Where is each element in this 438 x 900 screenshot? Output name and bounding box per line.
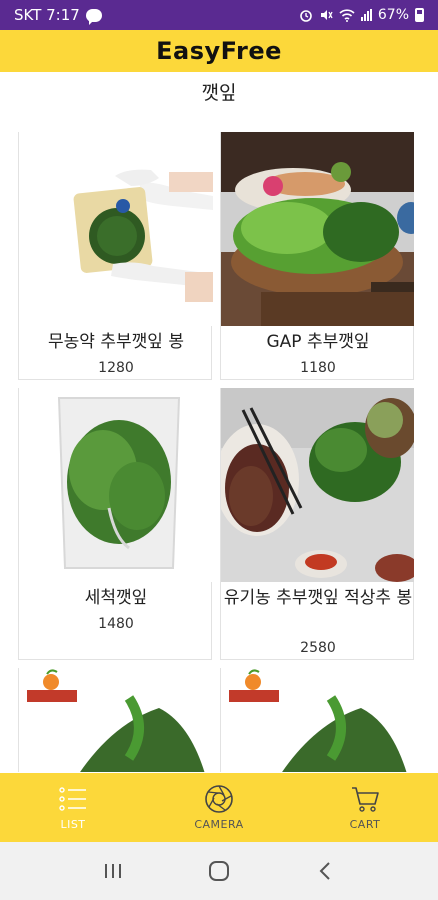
product-price: 1480	[98, 616, 134, 632]
product-name: 무농약 추부깻잎 봉	[48, 332, 184, 352]
nav-cart[interactable]: CART	[292, 773, 438, 842]
nav-list-label: LIST	[60, 818, 86, 831]
status-bar: SKT 7:17 67%	[0, 0, 438, 30]
battery-percent: 67%	[377, 7, 409, 23]
list-icon	[59, 787, 86, 811]
product-name: 세척깻잎	[84, 588, 148, 608]
product-card[interactable]: 유기농 추부깻잎 적상추 봉 2580	[220, 388, 414, 660]
product-name: 유기농 추부깻잎 적상추 봉	[223, 588, 413, 608]
product-card[interactable]	[18, 668, 213, 772]
mute-icon	[320, 10, 333, 20]
product-price: 2580	[300, 640, 336, 656]
product-card[interactable]: GAP 추부깻잎 1180	[220, 132, 414, 380]
camera-aperture-icon	[205, 785, 233, 813]
product-image	[221, 132, 414, 326]
product-card[interactable]: 무농약 추부깻잎 봉 1280	[18, 132, 213, 380]
product-price: 1280	[98, 360, 134, 376]
status-carrier-time: SKT 7:17	[14, 6, 80, 24]
app-title: EasyFree	[156, 37, 282, 65]
alarm-icon	[300, 10, 312, 22]
nav-camera-label: CAMERA	[194, 818, 244, 831]
chat-notification-icon	[85, 8, 102, 25]
system-nav-bar	[0, 842, 438, 900]
product-image	[221, 388, 414, 582]
bottom-nav: LIST CAMERA CART	[0, 773, 438, 842]
nav-cart-label: CART	[349, 818, 381, 831]
wifi-icon	[339, 8, 355, 22]
product-card[interactable]: 세척깻잎 1480	[18, 388, 213, 660]
product-image	[19, 132, 213, 326]
category-title: 깻잎	[201, 82, 237, 104]
product-image	[19, 388, 213, 582]
product-name: GAP 추부깻잎	[266, 332, 370, 352]
back-chevron-icon	[319, 862, 330, 880]
recents-icon	[105, 864, 121, 878]
battery-icon	[415, 8, 424, 22]
nav-list[interactable]: LIST	[0, 773, 146, 842]
product-grid[interactable]: 무농약 추부깻잎 봉 1280 GAP 추부깻잎 1180 세척깻잎 1480 …	[18, 132, 414, 772]
product-image	[19, 668, 213, 772]
recents-button[interactable]	[93, 851, 133, 891]
home-button[interactable]	[199, 851, 239, 891]
app-bar: EasyFree	[0, 30, 438, 72]
product-image	[221, 668, 414, 772]
product-price: 1180	[300, 360, 336, 376]
home-icon	[209, 861, 229, 881]
nav-camera[interactable]: CAMERA	[146, 773, 292, 842]
cart-icon	[352, 787, 379, 812]
product-card[interactable]	[220, 668, 414, 772]
signal-icon	[360, 9, 372, 21]
back-button[interactable]	[305, 851, 345, 891]
